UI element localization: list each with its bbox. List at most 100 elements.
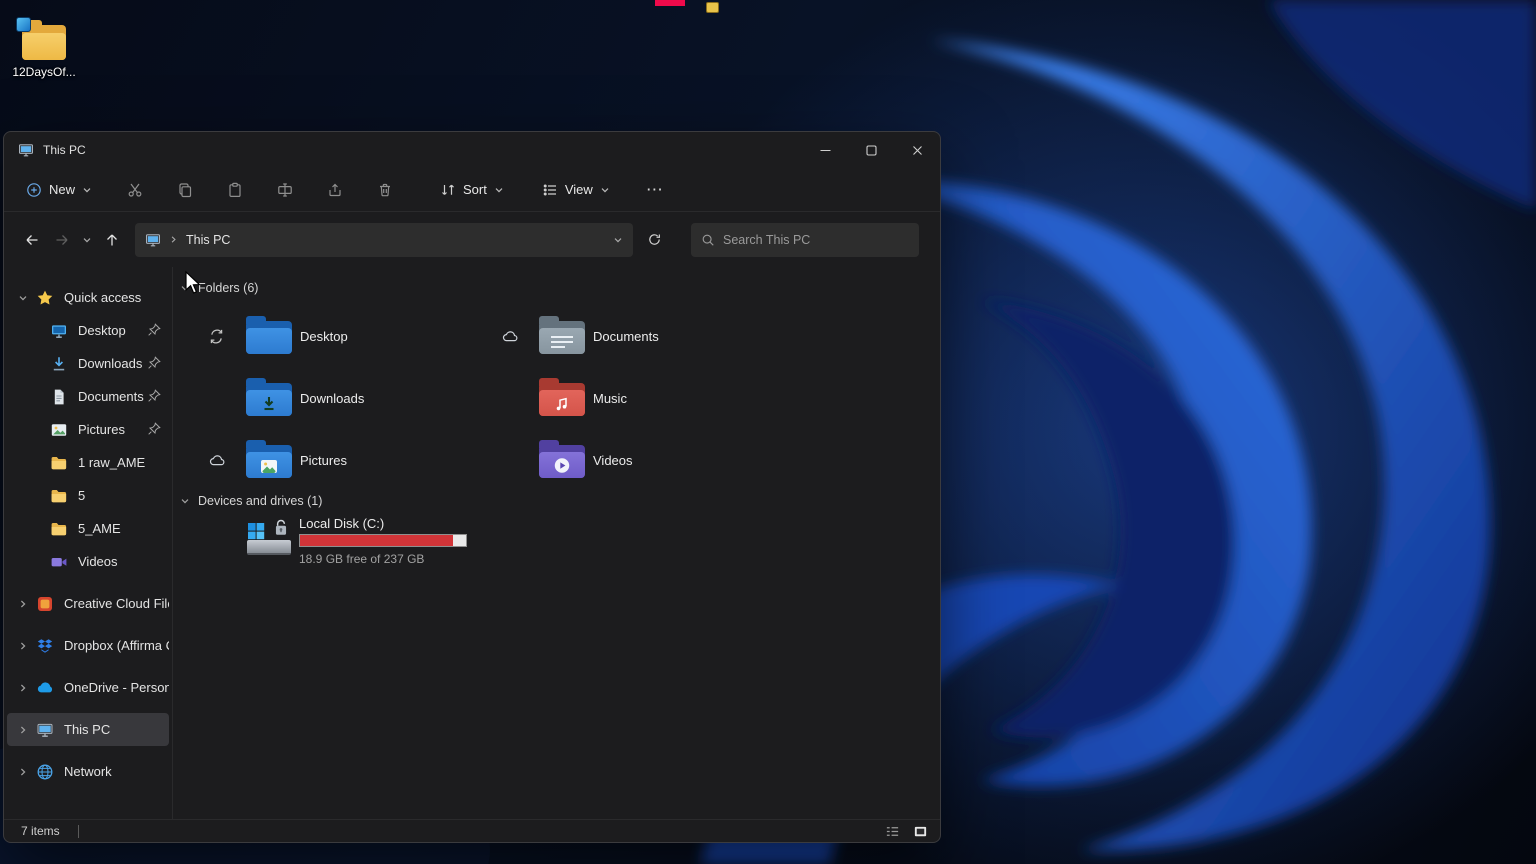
folder-icon [50, 487, 68, 505]
document-icon [50, 388, 68, 406]
command-bar: New [4, 168, 940, 212]
thumbnail-icon [913, 824, 928, 839]
mouse-cursor [183, 270, 201, 296]
sidebar-item-downloads[interactable]: Downloads [7, 347, 169, 380]
cut-button[interactable] [118, 174, 152, 206]
up-button[interactable] [97, 225, 127, 255]
this-pc-icon [36, 721, 54, 739]
delete-button[interactable] [368, 174, 402, 206]
statusbar-divider [78, 825, 79, 838]
chevron-down-icon[interactable] [15, 293, 31, 303]
chevron-down-icon [600, 185, 610, 195]
chevron-right-icon[interactable] [15, 641, 31, 651]
back-arrow-icon [24, 232, 40, 248]
chevron-right-icon[interactable] [15, 725, 31, 735]
folder-tile-documents[interactable]: Documents [501, 305, 794, 367]
more-options-button[interactable]: ⋯ [638, 174, 672, 206]
shortcut-badge-icon [16, 17, 31, 32]
folder-tile-music[interactable]: Music [501, 367, 794, 429]
items-count: 7 items [21, 824, 60, 838]
new-button-label: New [49, 182, 75, 197]
sidebar-item-label: Videos [78, 554, 118, 569]
video-icon [50, 553, 68, 571]
folder-tile-downloads[interactable]: Downloads [208, 367, 501, 429]
folder-icon-music [539, 380, 585, 416]
search-box[interactable] [691, 223, 919, 257]
folder-icon-desktop [246, 318, 292, 354]
address-breadcrumb[interactable]: This PC [135, 223, 633, 257]
paste-button[interactable] [218, 174, 252, 206]
window-title: This PC [43, 143, 86, 157]
play-glyph [554, 457, 571, 474]
folder-icon [50, 454, 68, 472]
address-dropdown-icon[interactable] [613, 235, 623, 245]
shortcut-label: 12DaysOf... [6, 65, 82, 79]
refresh-icon [647, 232, 662, 247]
minimize-button[interactable] [802, 132, 848, 168]
folders-grid: Desktop Documents [208, 305, 794, 491]
search-icon [701, 233, 715, 247]
creative-cloud-icon [36, 595, 54, 613]
devices-section-header[interactable]: Devices and drives (1) [180, 494, 322, 508]
navigation-pane: Quick access Desktop Do [4, 267, 173, 819]
sidebar-item-label: Dropbox (Affirma Cr [64, 638, 169, 653]
titlebar[interactable]: This PC [4, 132, 940, 168]
share-icon [327, 182, 343, 198]
details-view-toggle[interactable] [882, 822, 902, 840]
view-icon [542, 182, 558, 198]
sidebar-item-1-raw-ame[interactable]: 1 raw_AME [7, 446, 169, 479]
chevron-down-icon [82, 235, 92, 245]
sidebar-item-label: 5 [78, 488, 85, 503]
large-icons-view-toggle[interactable] [910, 822, 930, 840]
refresh-button[interactable] [639, 225, 669, 255]
sidebar-item-videos[interactable]: Videos [7, 545, 169, 578]
folder-tile-videos[interactable]: Videos [501, 429, 794, 491]
forward-button[interactable] [47, 225, 77, 255]
back-button[interactable] [17, 225, 47, 255]
file-list-area: Folders (6) Desktop [174, 267, 940, 819]
folder-tile-pictures[interactable]: Pictures [208, 429, 501, 491]
sidebar-item-network[interactable]: Network [7, 755, 169, 788]
picture-icon [50, 421, 68, 439]
sort-button[interactable]: Sort [430, 174, 514, 206]
sidebar-item-label: 5_AME [78, 521, 121, 536]
search-input[interactable] [723, 233, 909, 247]
sidebar-item-label: Creative Cloud Files [64, 596, 169, 611]
sidebar-item-this-pc[interactable]: This PC [7, 713, 169, 746]
drive-name: Local Disk (C:) [299, 516, 384, 531]
new-button[interactable]: New [16, 174, 102, 206]
desktop-shortcut-12daysof[interactable]: 12DaysOf... [6, 22, 82, 79]
sidebar-item-quick-access[interactable]: Quick access [7, 281, 169, 314]
drive-free-space: 18.9 GB free of 237 GB [299, 552, 424, 566]
breadcrumb-segment[interactable]: This PC [186, 233, 230, 247]
view-button[interactable]: View [532, 174, 620, 206]
document-lines-glyph [547, 334, 577, 350]
maximize-button[interactable] [848, 132, 894, 168]
sidebar-item-pictures[interactable]: Pictures [7, 413, 169, 446]
up-arrow-icon [104, 232, 120, 248]
sidebar-item-documents[interactable]: Documents [7, 380, 169, 413]
sidebar-item-dropbox[interactable]: Dropbox (Affirma Cr [7, 629, 169, 662]
chevron-right-icon[interactable] [15, 599, 31, 609]
chevron-right-icon[interactable] [15, 767, 31, 777]
folder-tile-desktop[interactable]: Desktop [208, 305, 501, 367]
rename-button[interactable] [268, 174, 302, 206]
sidebar-item-creative-cloud-files[interactable]: Creative Cloud Files [7, 587, 169, 620]
copy-button[interactable] [168, 174, 202, 206]
trash-icon [377, 182, 393, 198]
network-globe-icon [36, 763, 54, 781]
recording-indicator [655, 0, 685, 6]
onedrive-cloud-icon [36, 679, 54, 697]
sidebar-item-label: Documents [78, 389, 144, 404]
view-label: View [565, 182, 593, 197]
sidebar-item-onedrive[interactable]: OneDrive - Personal [7, 671, 169, 704]
sidebar-item-5[interactable]: 5 [7, 479, 169, 512]
sidebar-item-desktop[interactable]: Desktop [7, 314, 169, 347]
close-button[interactable] [894, 132, 940, 168]
chevron-right-icon[interactable] [15, 683, 31, 693]
share-button[interactable] [318, 174, 352, 206]
sidebar-item-5-ame[interactable]: 5_AME [7, 512, 169, 545]
overlay-chip-icon [706, 2, 719, 13]
recent-locations-button[interactable] [77, 225, 97, 255]
sidebar-item-label: Network [64, 764, 112, 779]
